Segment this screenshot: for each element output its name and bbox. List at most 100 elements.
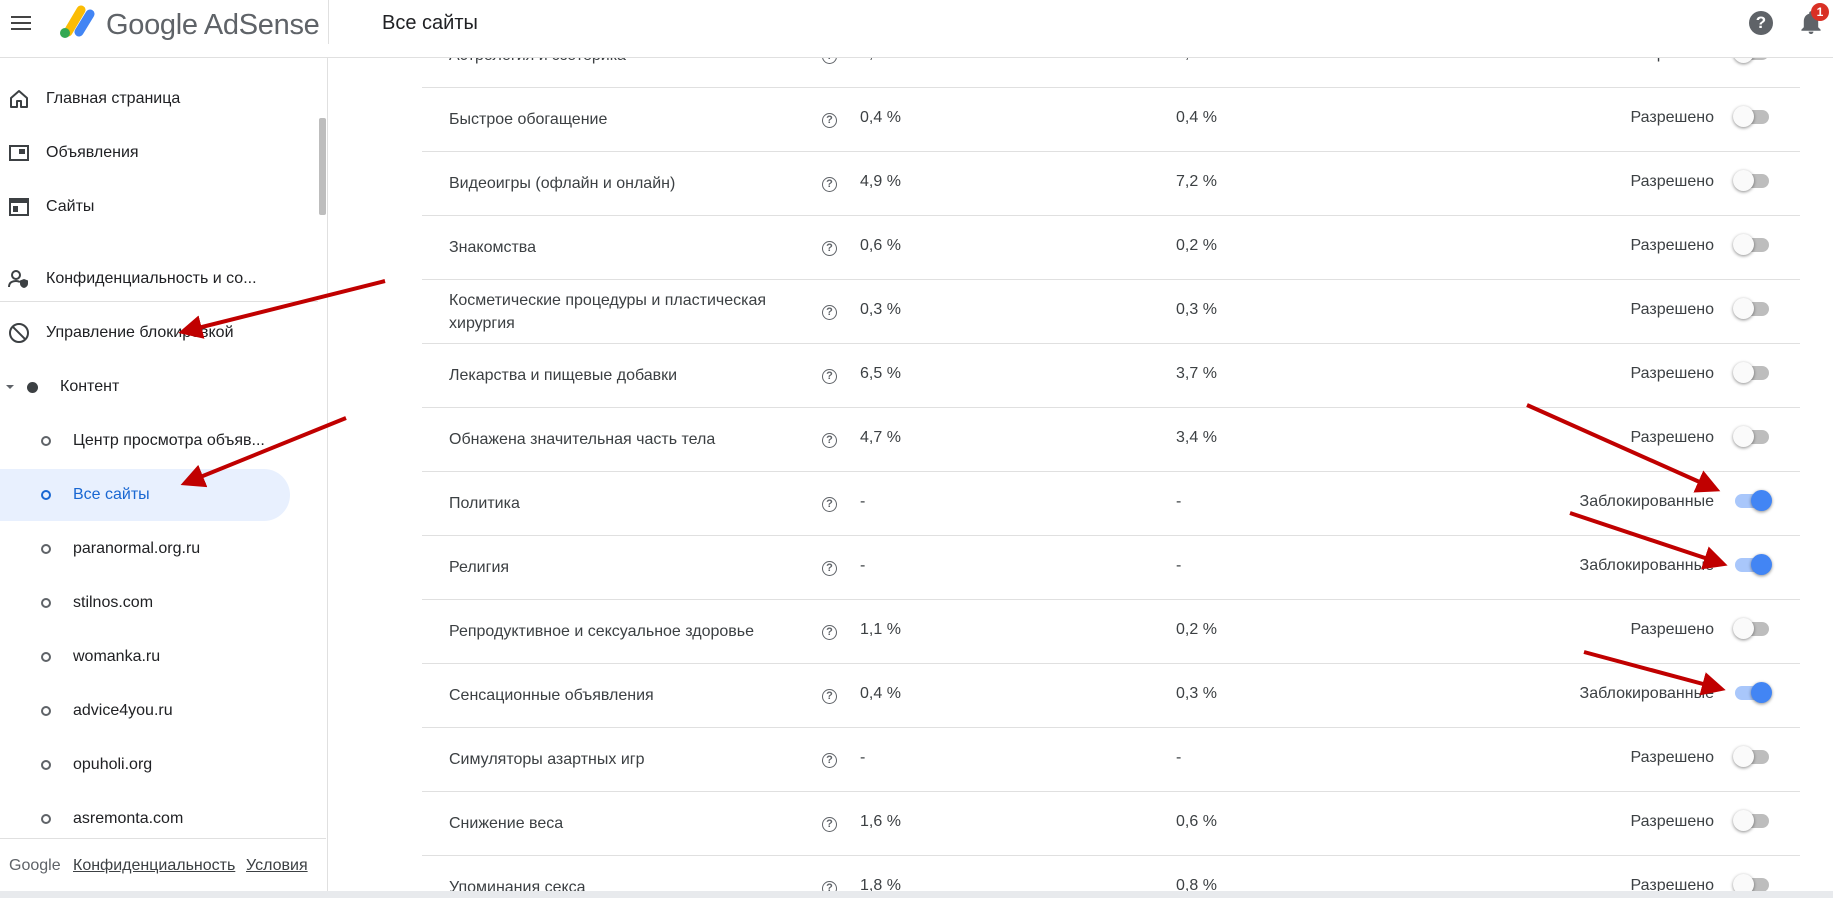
sidebar-item-sites[interactable]: Сайты <box>0 187 320 227</box>
sidebar-item-ads[interactable]: Объявления <box>0 133 320 173</box>
caret-down-icon[interactable] <box>5 382 15 392</box>
circle-icon <box>41 436 51 446</box>
sites-icon <box>9 198 29 216</box>
block-toggle[interactable] <box>1733 680 1772 704</box>
sidebar-item-content[interactable]: Контент <box>0 367 320 407</box>
value-column-2: 0,4 % <box>1176 109 1217 126</box>
help-icon[interactable]: ? <box>822 241 837 256</box>
help-icon[interactable]: ? <box>822 753 837 768</box>
help-icon[interactable]: ? <box>822 177 837 192</box>
sidebar-subitem-site[interactable]: opuholi.org <box>0 739 290 791</box>
value-column-2: - <box>1176 493 1182 510</box>
value-column-2: 0,3 % <box>1176 301 1217 318</box>
block-toggle[interactable] <box>1733 552 1772 576</box>
adsense-logo-icon <box>60 5 95 38</box>
help-icon[interactable]: ? <box>822 625 837 640</box>
category-name: Лекарства и пищевые добавки <box>449 367 678 384</box>
category-name: Религия <box>449 559 510 576</box>
status-label: Заблокированные <box>1579 685 1714 702</box>
block-toggle[interactable] <box>1733 616 1771 640</box>
status-label: Разрешено <box>1630 813 1714 830</box>
brand-name[interactable]: Google AdSense <box>106 9 320 42</box>
sidebar-scrollbar[interactable] <box>319 118 326 215</box>
help-icon[interactable]: ? <box>822 817 837 832</box>
table-row: Косметические процедуры и пластическая х… <box>422 280 1800 344</box>
status-label: Разрешено <box>1630 173 1714 190</box>
block-toggle[interactable] <box>1733 744 1771 768</box>
table-row: Политика? - - Заблокированные <box>422 472 1800 536</box>
ads-icon <box>9 145 29 161</box>
status-label: Разрешено <box>1630 429 1714 446</box>
value-column-1: 0,6 % <box>860 237 901 254</box>
horizontal-scrollbar[interactable] <box>0 891 1833 898</box>
category-name: Знакомства <box>449 239 537 256</box>
circle-icon <box>41 706 51 716</box>
value-column-1: - <box>860 557 866 574</box>
value-column-1: 6,5 % <box>860 365 901 382</box>
circle-icon <box>41 814 51 824</box>
table-row: Видеоигры (офлайн и онлайн)? 4,9 % 7,2 % Ра… <box>422 152 1800 216</box>
toggle-knob <box>1733 234 1754 255</box>
help-icon[interactable]: ? <box>822 305 837 320</box>
toggle-knob <box>1733 106 1754 127</box>
block-toggle[interactable] <box>1733 168 1771 192</box>
category-name: Симуляторы азартных игр <box>449 751 645 768</box>
toggle-knob <box>1733 362 1754 383</box>
block-toggle[interactable] <box>1733 424 1771 448</box>
sidebar-item-home[interactable]: Главная страница <box>0 79 320 119</box>
sidebar-item-privacy[interactable]: Конфиденциальность и со... <box>0 259 320 299</box>
footer-terms-link[interactable]: Условия <box>246 857 308 875</box>
category-name: Сенсационные объявления <box>449 687 654 704</box>
block-toggle[interactable] <box>1733 360 1771 384</box>
sidebar-subitem-all-sites[interactable]: Все сайты <box>0 469 290 521</box>
help-icon[interactable]: ? <box>822 561 837 576</box>
status-label: Заблокированные <box>1579 557 1714 574</box>
sidebar-item-label: Объявления <box>46 144 139 161</box>
category-name: Быстрое обогащение <box>449 111 608 128</box>
help-icon[interactable]: ? <box>822 689 837 704</box>
sidebar-subitem-label: Все сайты <box>73 486 150 503</box>
help-icon[interactable]: ? <box>1749 11 1773 35</box>
help-icon[interactable]: ? <box>822 497 837 512</box>
category-name: Видеоигры (офлайн и онлайн) <box>449 175 676 192</box>
toggle-knob <box>1733 746 1754 767</box>
value-column-1: - <box>860 749 866 766</box>
toggle-knob <box>1751 682 1772 703</box>
value-column-2: 7,2 % <box>1176 173 1217 190</box>
sidebar-subitem-label: Центр просмотра объяв... <box>73 432 265 449</box>
value-column-2: 0,2 % <box>1176 621 1217 638</box>
sidebar-subitem-site[interactable]: womanka.ru <box>0 631 290 683</box>
sidebar-subitem-site[interactable]: stilnos.com <box>0 577 290 629</box>
help-icon[interactable]: ? <box>822 433 837 448</box>
sidebar-subitem-site[interactable]: paranormal.org.ru <box>0 523 290 575</box>
toggle-knob <box>1733 810 1754 831</box>
block-toggle[interactable] <box>1733 808 1771 832</box>
table-row: Снижение веса? 1,6 % 0,6 % Разрешено <box>422 792 1800 856</box>
value-column-1: 1,6 % <box>860 813 901 830</box>
sidebar-item-label: Главная страница <box>46 90 181 107</box>
help-icon[interactable]: ? <box>822 113 837 128</box>
sidebar-subitem-label: stilnos.com <box>73 594 154 611</box>
block-toggle[interactable] <box>1733 488 1772 512</box>
menu-icon[interactable] <box>10 12 32 34</box>
block-toggle[interactable] <box>1733 232 1771 256</box>
block-toggle[interactable] <box>1733 104 1771 128</box>
value-column-1: 0,4 % <box>860 109 901 126</box>
footer-privacy-link[interactable]: Конфиденциальность <box>73 857 235 875</box>
block-icon <box>9 323 29 343</box>
category-name: Косметические процедуры и пластическая х… <box>449 292 767 332</box>
status-label: Разрешено <box>1630 365 1714 382</box>
status-label: Разрешено <box>1630 237 1714 254</box>
page-title: Все сайты <box>382 12 478 34</box>
category-name: Обнажена значительная часть тела <box>449 431 716 448</box>
category-name: Снижение веса <box>449 815 564 832</box>
value-column-2: 3,7 % <box>1176 365 1217 382</box>
help-icon[interactable]: ? <box>822 369 837 384</box>
sidebar-subitem-site[interactable]: advice4you.ru <box>0 685 290 737</box>
sidebar-subitem-label: opuholi.org <box>73 756 153 773</box>
sidebar-item-blocking[interactable]: Управление блокировкой <box>0 313 320 353</box>
sidebar-item-label: Контент <box>60 378 120 395</box>
block-toggle[interactable] <box>1733 296 1771 320</box>
status-label: Разрешено <box>1630 301 1714 318</box>
sidebar-subitem-ad-review[interactable]: Центр просмотра объяв... <box>0 415 290 467</box>
